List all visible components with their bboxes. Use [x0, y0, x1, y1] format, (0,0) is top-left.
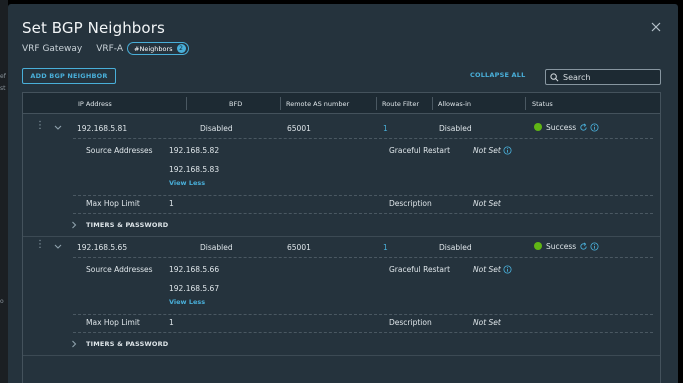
add-bgp-neighbor-button[interactable]: ADD BGP NEIGHBOR	[22, 68, 116, 84]
view-less-link[interactable]: View Less	[169, 298, 205, 306]
description-label: Description	[389, 199, 432, 208]
column-header-allowas-in[interactable]: Allowas-in	[438, 100, 471, 108]
max-hop-limit-value: 1	[169, 318, 174, 327]
status: Success	[534, 123, 599, 132]
row-actions-icon[interactable]: ⋮	[35, 120, 45, 131]
background-page-edge: ef st o	[0, 0, 8, 383]
description-value: Not Set	[473, 318, 501, 327]
status-text: Success	[546, 123, 577, 132]
info-icon[interactable]	[503, 265, 512, 274]
graceful-restart-label: Graceful Restart	[389, 146, 451, 155]
graceful-restart-text: Not Set	[473, 146, 501, 155]
search-box[interactable]	[545, 69, 661, 85]
chevron-right-icon[interactable]	[71, 221, 77, 229]
graceful-restart-label: Graceful Restart	[389, 265, 451, 274]
column-separator	[525, 97, 526, 110]
description-label: Description	[389, 318, 432, 327]
graceful-restart-value: Not Set	[473, 265, 512, 274]
column-header-remote-as[interactable]: Remote AS number	[286, 100, 349, 108]
chevron-right-icon[interactable]	[71, 340, 77, 348]
search-icon	[550, 72, 559, 81]
ip-address: 192.168.5.65	[77, 243, 128, 252]
info-icon[interactable]	[503, 146, 512, 155]
neighbors-count-badge: 2	[176, 44, 186, 53]
description-value: Not Set	[473, 199, 501, 208]
neighbors-tag-label: #Neighbors	[134, 44, 173, 53]
route-filter-link[interactable]: 1	[383, 124, 388, 133]
status-text: Success	[546, 242, 577, 251]
timers-password-toggle[interactable]: TIMERS & PASSWORD	[86, 340, 168, 348]
status: Success	[534, 242, 599, 251]
source-addresses-label: Source Addresses	[86, 265, 153, 274]
column-separator	[186, 97, 187, 110]
bgp-neighbors-grid: IP Address BFD Remote AS number Route Fi…	[22, 92, 661, 383]
neighbors-tag[interactable]: #Neighbors 2	[127, 42, 189, 55]
column-separator	[376, 97, 377, 110]
row-divider	[73, 195, 653, 196]
neighbor-row: ⋮ 192.168.5.65 Disabled 65001 1 Disabled…	[23, 237, 660, 356]
allowas-in-value: Disabled	[439, 124, 472, 133]
source-address: 192.168.5.83	[169, 165, 220, 174]
source-address: 192.168.5.67	[169, 284, 220, 293]
source-addresses-label: Source Addresses	[86, 146, 153, 155]
success-status-icon	[534, 242, 542, 250]
remote-as-value: 65001	[287, 243, 311, 252]
source-address: 192.168.5.66	[169, 265, 220, 274]
graceful-restart-text: Not Set	[473, 265, 501, 274]
max-hop-limit-value: 1	[169, 199, 174, 208]
vrf-gateway-label: VRF Gateway	[22, 43, 83, 54]
graceful-restart-value: Not Set	[473, 146, 512, 155]
chevron-down-icon[interactable]	[54, 125, 62, 131]
neighbor-separator	[23, 355, 660, 356]
close-icon[interactable]	[649, 20, 663, 34]
search-input[interactable]	[563, 72, 655, 82]
chevron-down-icon[interactable]	[54, 244, 62, 250]
column-separator	[280, 97, 281, 110]
collapse-all-button[interactable]: COLLAPSE ALL	[470, 71, 525, 79]
route-filter-link[interactable]: 1	[383, 243, 388, 252]
max-hop-limit-label: Max Hop Limit	[86, 199, 140, 208]
column-header-ip-address[interactable]: IP Address	[78, 100, 112, 108]
column-header-status[interactable]: Status	[532, 100, 553, 108]
info-icon[interactable]	[590, 123, 599, 132]
bfd-value: Disabled	[200, 124, 233, 133]
grid-header: IP Address BFD Remote AS number Route Fi…	[23, 93, 660, 114]
dialog-title: Set BGP Neighbors	[22, 19, 165, 37]
vrf-name: VRF-A	[96, 43, 124, 54]
set-bgp-neighbors-dialog: Set BGP Neighbors VRF Gateway VRF-A #Nei…	[8, 4, 678, 383]
info-icon[interactable]	[590, 242, 599, 251]
row-divider	[73, 213, 653, 214]
row-divider	[73, 257, 653, 258]
timers-password-toggle[interactable]: TIMERS & PASSWORD	[86, 221, 168, 229]
success-status-icon	[534, 123, 542, 131]
row-divider	[73, 138, 653, 139]
max-hop-limit-label: Max Hop Limit	[86, 318, 140, 327]
row-divider	[73, 332, 653, 333]
view-less-link[interactable]: View Less	[169, 179, 205, 187]
row-divider	[73, 314, 653, 315]
column-header-bfd[interactable]: BFD	[229, 100, 242, 108]
refresh-icon[interactable]	[579, 123, 588, 132]
dialog-subtitle: VRF Gateway VRF-A #Neighbors 2	[22, 42, 189, 55]
bfd-value: Disabled	[200, 243, 233, 252]
remote-as-value: 65001	[287, 124, 311, 133]
neighbor-row: ⋮ 192.168.5.81 Disabled 65001 1 Disabled…	[23, 115, 660, 234]
row-actions-icon[interactable]: ⋮	[35, 239, 45, 250]
allowas-in-value: Disabled	[439, 243, 472, 252]
column-separator	[432, 97, 433, 110]
refresh-icon[interactable]	[579, 242, 588, 251]
column-header-route-filter[interactable]: Route Filter	[382, 100, 419, 108]
source-address: 192.168.5.82	[169, 146, 220, 155]
ip-address: 192.168.5.81	[77, 124, 128, 133]
